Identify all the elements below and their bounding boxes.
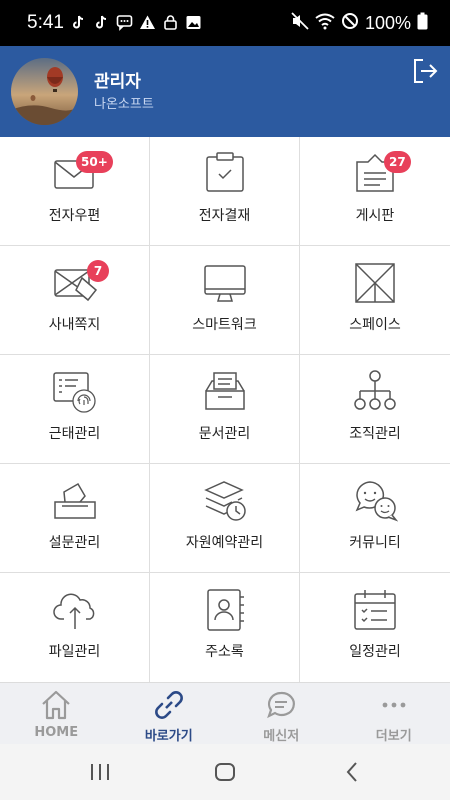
grid-item-survey[interactable]: 설문관리 [0,464,150,573]
avatar[interactable] [11,58,78,125]
mute-icon [291,12,309,35]
back-button[interactable] [340,760,364,784]
nav-messenger-label: 메신저 [263,729,300,744]
recent-apps-icon [91,764,109,780]
grid-item-label: 조직관리 [349,426,401,442]
grid-item-label: 주소록 [205,644,244,660]
grid-item-label: 스페이스 [349,317,401,333]
grid-item-approval[interactable]: 전자결재 [150,137,300,246]
grid-item-files[interactable]: 파일관리 [0,573,150,682]
recent-apps-button[interactable] [88,760,112,784]
note-badge: 7 [87,260,109,282]
more-icon [382,702,406,708]
grid-item-attendance[interactable]: 근태관리 [0,355,150,464]
fingerprint-icon [52,372,96,413]
grid-item-mail[interactable]: 50+ 전자우편 [0,137,150,246]
image-icon [185,14,202,31]
grid-item-resource-booking[interactable]: 자원예약관리 [150,464,300,573]
warning-icon [139,14,156,31]
nav-home[interactable]: HOME [0,683,113,745]
user-name: 관리자 [94,72,141,92]
tiktok-icon [93,14,110,31]
status-time: 5:41 [27,12,64,33]
status-bar: 5:41 100% [0,0,450,46]
nav-more[interactable]: 더보기 [338,683,450,745]
grid-item-note[interactable]: 7 사내쪽지 [0,246,150,355]
approval-clipboard-icon [205,152,244,192]
resource-clock-icon [203,481,246,521]
document-tray-icon [204,372,245,410]
home-icon [42,690,70,720]
community-chat-icon [355,481,398,522]
grid-item-label: 파일관리 [48,644,101,660]
cloud-upload-icon [52,593,94,629]
battery-icon [417,12,428,35]
grid-item-board[interactable]: 27 게시판 [300,137,450,246]
grid-item-label: 커뮤니티 [349,535,401,551]
message-icon [116,14,133,31]
grid-item-documents[interactable]: 문서관리 [150,355,300,464]
home-system-button[interactable] [213,760,237,784]
grid-item-address-book[interactable]: 주소록 [150,573,300,682]
calendar-icon [354,590,396,630]
nav-more-label: 더보기 [375,729,412,744]
wifi-icon [315,12,335,35]
grid-item-schedule[interactable]: 일정관리 [300,573,450,682]
home-circle-icon [215,763,235,781]
status-icons-left [70,14,202,31]
grid-item-organization[interactable]: 조직관리 [300,355,450,464]
grid-item-label: 문서관리 [198,426,251,442]
tiktok-icon [70,14,87,31]
nav-messenger[interactable]: 메신저 [225,683,338,745]
back-icon [346,762,357,782]
monitor-icon [203,265,246,302]
board-badge: 27 [384,151,411,173]
lock-icon [162,14,179,31]
nav-shortcuts[interactable]: 바로가기 [113,683,226,745]
nav-home-label: HOME [34,725,79,740]
app-grid: 50+ 전자우편 전자결재 27 게시판 7 사내쪽지 스마트워크 스페이스 근… [0,137,450,682]
ballot-box-icon [53,482,96,519]
grid-item-label: 전자결재 [198,208,251,224]
grid-item-label: 자원예약관리 [185,535,264,551]
link-icon [154,691,183,719]
battery-level: 100% [364,13,411,33]
system-navigation-bar [0,744,450,800]
grid-item-space[interactable]: 스페이스 [300,246,450,355]
status-icons-right: 100% [291,12,428,35]
grid-item-label: 설문관리 [48,535,101,551]
space-icon [355,263,395,303]
messenger-icon [267,691,296,719]
block-icon [341,12,359,35]
grid-item-label: 스마트워크 [192,317,257,333]
profile-header: 관리자 나온소프트 [0,46,450,137]
grid-item-community[interactable]: 커뮤니티 [300,464,450,573]
grid-item-label: 게시판 [355,208,395,224]
grid-item-label: 일정관리 [349,644,401,660]
org-chart-icon [354,370,396,410]
address-book-icon [206,589,244,631]
nav-shortcuts-label: 바로가기 [144,729,193,744]
logout-button[interactable] [412,58,438,84]
organization-name: 나온소프트 [94,97,154,112]
grid-item-label: 전자우편 [48,208,101,224]
bottom-navigation: HOME 바로가기 메신저 더보기 [0,682,450,744]
grid-item-smartwork[interactable]: 스마트워크 [150,246,300,355]
grid-item-label: 사내쪽지 [48,317,101,333]
grid-item-label: 근태관리 [48,426,101,442]
mail-badge: 50+ [76,151,113,173]
logout-icon [414,59,438,83]
